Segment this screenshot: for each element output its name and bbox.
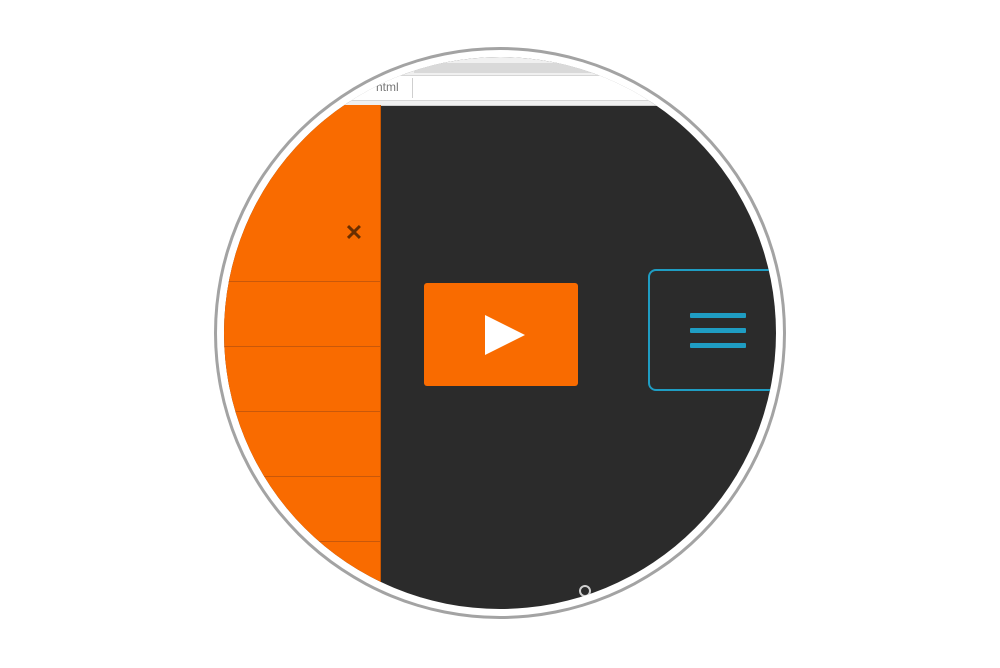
address-bar[interactable]: html (224, 75, 776, 101)
side-menu-item[interactable] (224, 346, 380, 411)
side-menu-item[interactable] (224, 281, 380, 346)
magnifier-lens: html ✕ (224, 57, 776, 609)
magnifier-stage: html ✕ (0, 0, 1000, 668)
browser-chrome: html (224, 57, 776, 106)
play-icon (485, 315, 525, 355)
scroll-indicator-icon (579, 585, 591, 597)
side-menu-item[interactable] (224, 476, 380, 541)
hamburger-menu-icon (690, 313, 746, 349)
side-menu-item[interactable] (224, 541, 380, 606)
close-icon[interactable]: ✕ (344, 222, 364, 244)
hamburger-menu-button[interactable] (648, 269, 776, 391)
side-menu-panel: ✕ (224, 105, 381, 609)
address-divider (412, 78, 413, 98)
side-menu-item[interactable] (224, 411, 380, 476)
play-button[interactable] (424, 283, 578, 386)
browser-tab-strip (414, 63, 776, 73)
address-text: html (376, 80, 399, 94)
